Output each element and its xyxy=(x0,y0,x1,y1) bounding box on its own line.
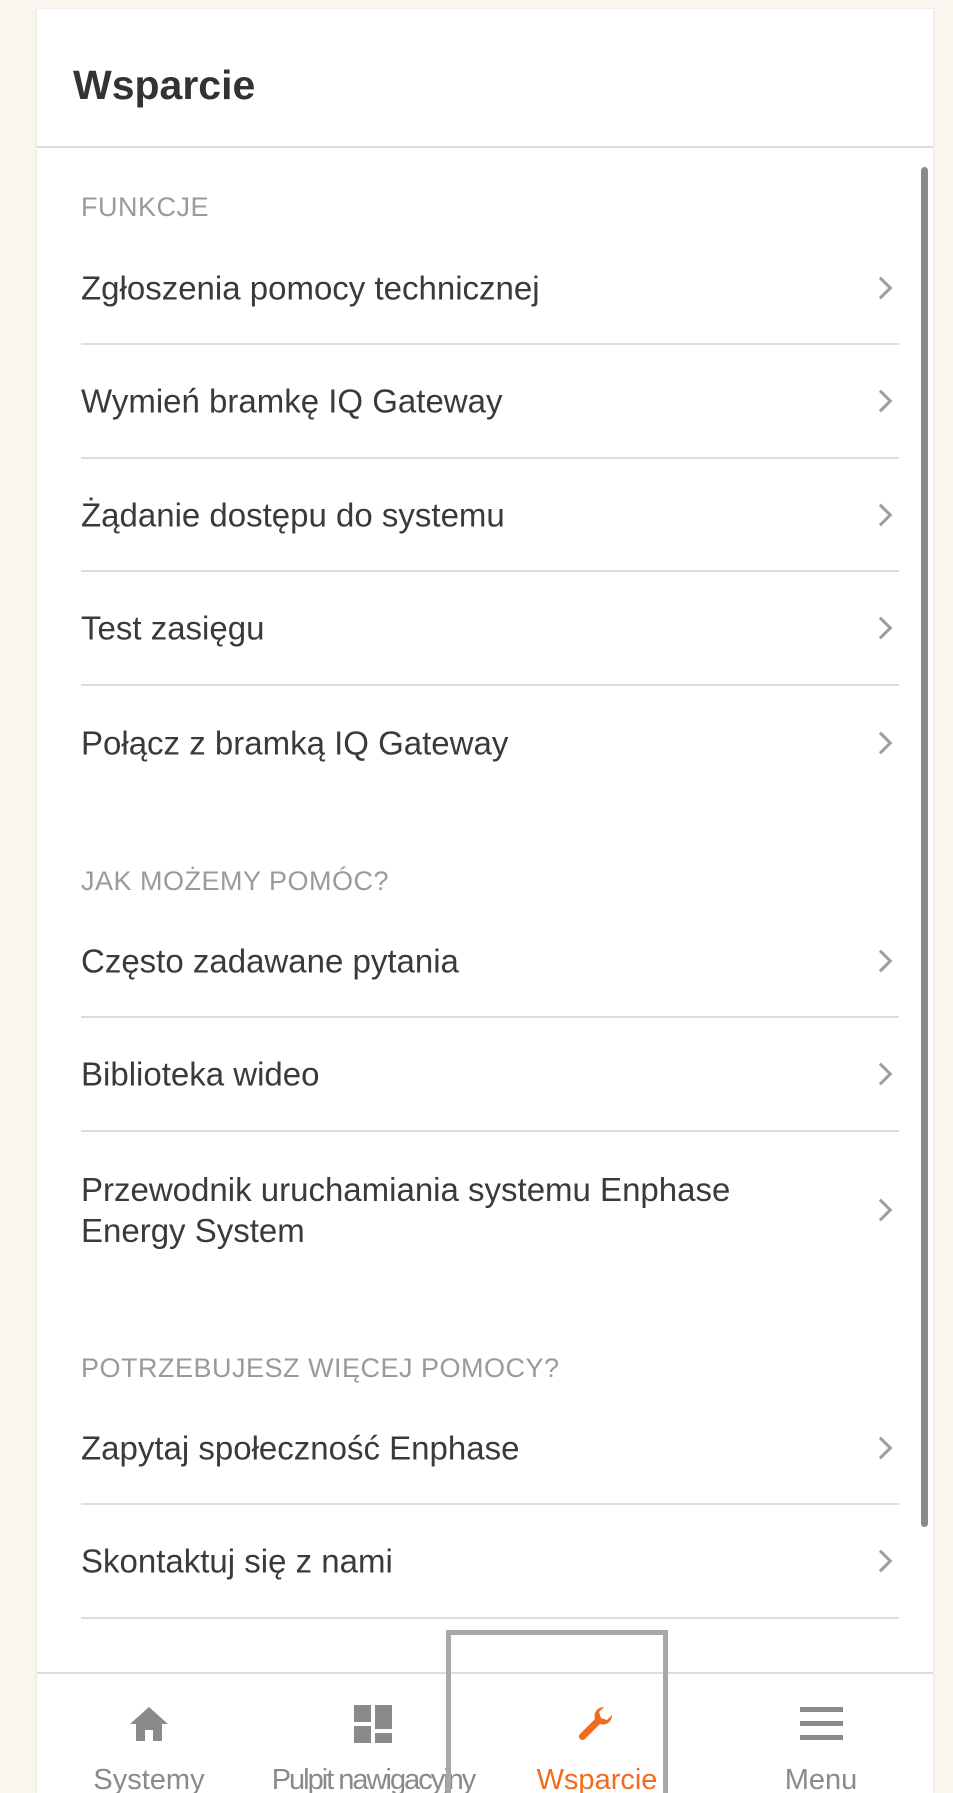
list-item-label: Zgłoszenia pomocy technicznej xyxy=(81,269,540,306)
section-title-functions: FUNKCJE xyxy=(81,192,210,222)
list-item-faq[interactable]: Często zadawane pytania xyxy=(81,905,899,1018)
chevron-right-icon xyxy=(869,389,893,413)
tab-dashboard[interactable]: Pulpit nawigacyjny xyxy=(261,1674,485,1793)
chevron-right-icon xyxy=(869,616,893,640)
chevron-right-icon xyxy=(869,276,893,299)
list-item-replace-gateway[interactable]: Wymień bramkę IQ Gateway xyxy=(81,345,899,459)
list-item-label: Test zasięgu xyxy=(81,609,265,647)
list-item-contact-us[interactable]: Skontaktuj się z nami xyxy=(81,1505,899,1619)
tab-label: Pulpit nawigacyjny xyxy=(271,1764,477,1793)
hamburger-menu-icon xyxy=(800,1707,843,1740)
chevron-right-icon xyxy=(869,503,893,526)
list-item-range-test[interactable]: Test zasięgu xyxy=(81,572,899,686)
list-item-request-system-access[interactable]: Żądanie dostępu do systemu xyxy=(81,459,899,572)
list-item-label: Biblioteka wideo xyxy=(81,1055,320,1093)
list-item-video-library[interactable]: Biblioteka wideo xyxy=(81,1018,899,1132)
page-title: Wsparcie xyxy=(73,62,256,108)
tab-label: Systemy xyxy=(93,1764,205,1793)
list-item-label: Zapytaj społeczność Enphase xyxy=(81,1429,520,1466)
list-item-label: Przewodnik uruchamiania systemu Enphase … xyxy=(81,1170,731,1249)
scrollbar[interactable] xyxy=(921,167,928,1527)
list-item-support-tickets[interactable]: Zgłoszenia pomocy technicznej xyxy=(81,232,899,345)
chevron-right-icon xyxy=(869,1198,893,1221)
home-icon xyxy=(130,1707,168,1741)
list-item-label: Żądanie dostępu do systemu xyxy=(81,496,505,533)
app-screen: Wsparcie FUNKCJE Zgłoszenia pomocy techn… xyxy=(37,9,933,1793)
chevron-right-icon xyxy=(869,1436,893,1459)
tab-label: Wsparcie xyxy=(536,1764,658,1793)
chevron-right-icon xyxy=(869,1549,893,1573)
tab-menu[interactable]: Menu xyxy=(709,1674,933,1793)
tab-label: Menu xyxy=(784,1764,858,1793)
chevron-right-icon xyxy=(869,949,893,972)
chevron-right-icon xyxy=(869,1062,893,1086)
list-item-label: Połącz z bramką IQ Gateway xyxy=(81,724,509,761)
list-item-label: Często zadawane pytania xyxy=(81,942,459,979)
tab-systems[interactable]: Systemy xyxy=(37,1674,261,1793)
section-title-how-can-we-help: JAK MOŻEMY POMÓC? xyxy=(81,866,390,896)
list-item-ask-community[interactable]: Zapytaj społeczność Enphase xyxy=(81,1392,899,1505)
tab-support[interactable]: Wsparcie xyxy=(485,1674,709,1793)
section-title-need-more-help: POTRZEBUJESZ WIĘCEJ POMOCY? xyxy=(81,1353,560,1383)
list-item-connect-gateway[interactable]: Połącz z bramką IQ Gateway xyxy=(81,686,899,799)
list-item-commissioning-guide[interactable]: Przewodnik uruchamiania systemu Enphase … xyxy=(81,1132,899,1287)
bottom-tab-bar: Systemy Pulpit nawigacyjny Wsparcie Menu xyxy=(37,1672,933,1793)
support-list[interactable]: FUNKCJE Zgłoszenia pomocy technicznej Wy… xyxy=(37,148,933,1681)
wrench-icon xyxy=(578,1706,613,1741)
list-item-label: Skontaktuj się z nami xyxy=(81,1542,393,1580)
list-item-label: Wymień bramkę IQ Gateway xyxy=(81,382,503,420)
dashboard-icon xyxy=(354,1705,392,1743)
header: Wsparcie xyxy=(37,9,933,148)
chevron-right-icon xyxy=(869,731,893,754)
